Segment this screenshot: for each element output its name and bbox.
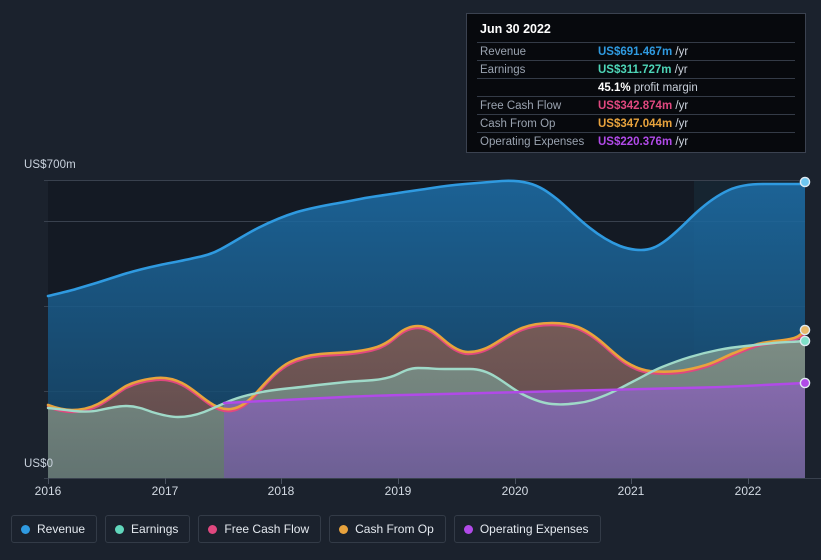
legend-item-earnings[interactable]: Earnings	[105, 515, 191, 543]
tooltip-key-operating-expenses: Operating Expenses	[480, 135, 585, 148]
financial-chart-app: US$700m US$0 2016 2017 2018 2019 2020 20…	[0, 0, 821, 560]
legend-item-cash-from-op[interactable]: Cash From Op	[329, 515, 446, 543]
legend-dot-revenue-icon	[21, 524, 30, 534]
legend-label-cash-from-op: Cash From Op	[355, 522, 434, 536]
y-axis-top-label: US$700m	[24, 159, 76, 171]
tooltip-unit-free-cash-flow: /yr	[675, 99, 689, 112]
y-axis-zero-label: US$0	[24, 458, 54, 470]
end-marker-earnings	[799, 335, 811, 347]
tooltip-unit-operating-expenses: /yr	[675, 135, 689, 148]
legend-label-operating-expenses: Operating Expenses	[479, 522, 589, 536]
tooltip-row-revenue: Revenue US$691.467m /yr	[477, 42, 795, 61]
tooltip-key-free-cash-flow: Free Cash Flow	[480, 99, 562, 112]
x-axis-tick-2021: 2021	[617, 484, 645, 498]
legend-dot-operating-expenses-icon	[463, 524, 473, 534]
tooltip-row-operating-expenses: Operating Expenses US$220.376m /yr	[477, 132, 795, 151]
tooltip-table: Revenue US$691.467m /yr Earnings US$311.…	[477, 42, 795, 150]
tooltip-key-revenue: Revenue	[480, 45, 527, 58]
tooltip-row-cash-from-op: Cash From Op US$347.044m /yr	[477, 114, 795, 133]
legend-item-revenue[interactable]: Revenue	[11, 515, 98, 543]
tooltip-row-earnings: Earnings US$311.727m /yr	[477, 60, 795, 79]
legend-dot-cash-from-op-icon	[339, 524, 349, 534]
legend-dot-earnings-icon	[115, 524, 125, 534]
tooltip-row-free-cash-flow: Free Cash Flow US$342.874m /yr	[477, 96, 795, 115]
tooltip-unit-revenue: /yr	[675, 45, 689, 58]
legend-label-revenue: Revenue	[37, 522, 86, 536]
legend-dot-free-cash-flow-icon	[208, 524, 218, 534]
tooltip-amount-revenue: US$691.467m	[598, 45, 673, 58]
chart-tooltip: Jun 30 2022 Revenue US$691.467m /yr Earn…	[466, 13, 806, 153]
tooltip-date: Jun 30 2022	[480, 22, 551, 36]
tooltip-value-free-cash-flow: US$342.874m /yr	[595, 97, 795, 115]
tooltip-unit-earnings: /yr	[674, 63, 688, 76]
x-axis-tick-2019: 2019	[384, 484, 412, 498]
profit-margin-value: 45.1%	[598, 81, 631, 94]
tooltip-key-blank	[477, 79, 595, 97]
legend-item-operating-expenses[interactable]: Operating Expenses	[453, 515, 601, 543]
x-axis-tick-2017: 2017	[151, 484, 179, 498]
tooltip-value-revenue: US$691.467m /yr	[595, 43, 795, 61]
tooltip-value-profit-margin: 45.1% profit margin	[595, 79, 795, 97]
tooltip-row-profit-margin: 45.1% profit margin	[477, 78, 795, 97]
tooltip-value-operating-expenses: US$220.376m /yr	[595, 133, 795, 151]
tooltip-key-earnings: Earnings	[480, 63, 526, 76]
chart-legend: Revenue Earnings Free Cash Flow Cash Fro…	[11, 515, 601, 543]
end-marker-revenue	[799, 176, 811, 188]
tooltip-unit-cash-from-op: /yr	[675, 117, 689, 130]
tooltip-key-cash-from-op: Cash From Op	[480, 117, 556, 130]
x-axis-tick-2022: 2022	[734, 484, 762, 498]
end-marker-cash-from-op	[799, 324, 811, 336]
legend-item-free-cash-flow[interactable]: Free Cash Flow	[198, 515, 322, 543]
legend-label-earnings: Earnings	[131, 522, 179, 536]
tooltip-amount-earnings: US$311.727m	[598, 63, 672, 76]
x-axis-tick-2018: 2018	[267, 484, 295, 498]
legend-label-free-cash-flow: Free Cash Flow	[224, 522, 310, 536]
x-axis-tick-2016: 2016	[34, 484, 62, 498]
tooltip-value-earnings: US$311.727m /yr	[595, 61, 795, 79]
tooltip-amount-operating-expenses: US$220.376m	[598, 135, 673, 148]
end-marker-operating-expenses	[799, 377, 811, 389]
x-axis-tick-2020: 2020	[501, 484, 529, 498]
tooltip-value-cash-from-op: US$347.044m /yr	[595, 115, 795, 133]
tooltip-amount-cash-from-op: US$347.044m	[598, 117, 673, 130]
tooltip-amount-free-cash-flow: US$342.874m	[598, 99, 673, 112]
profit-margin-label: profit margin	[633, 81, 698, 94]
